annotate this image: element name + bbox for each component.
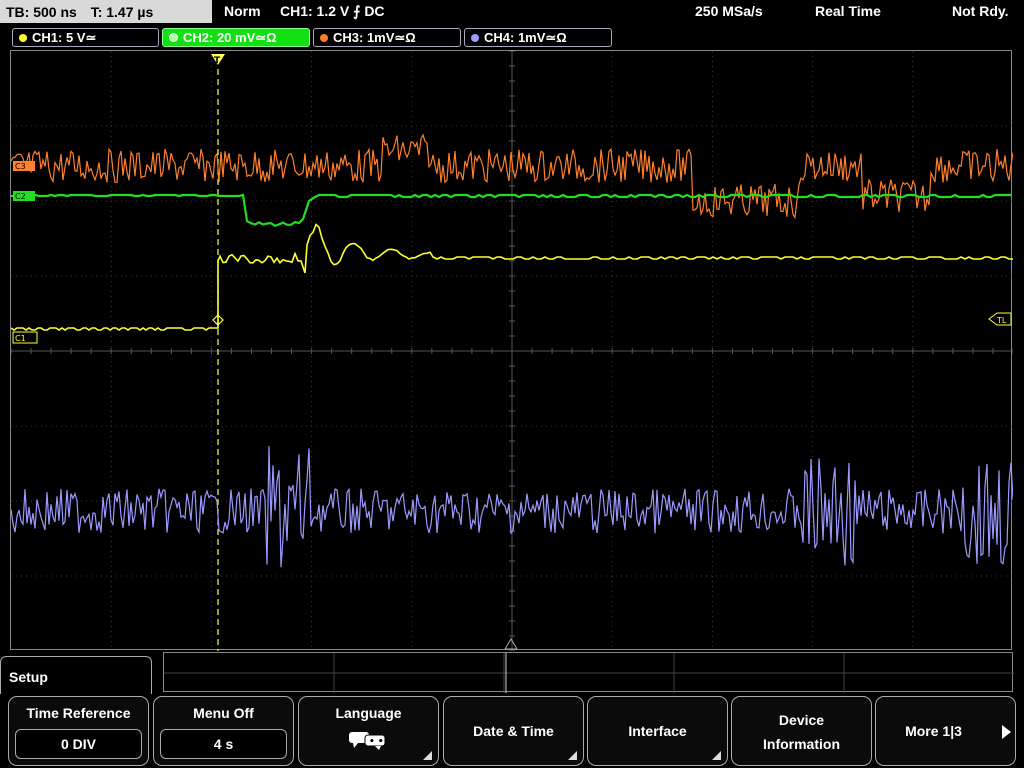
trigger-mode: Norm — [224, 3, 261, 19]
more-label: More 1|3 — [905, 723, 962, 739]
next-arrow-icon — [1002, 725, 1011, 739]
channel-4-dot-icon — [471, 33, 479, 42]
trigger-level-label: TL — [996, 316, 1007, 325]
waveform-display[interactable]: T C3 C2 C1 TL — [10, 50, 1013, 651]
trigger-level-marker[interactable]: TL — [988, 312, 1012, 326]
submenu-corner-icon — [423, 751, 432, 760]
channel-4-label: CH4: 1mV≃Ω — [484, 30, 567, 45]
channel-2-tab[interactable]: CH2: 20 mV≃Ω — [162, 28, 310, 47]
submenu-corner-icon — [712, 751, 721, 760]
trigger-position-value: T: 1.47 µs — [90, 4, 154, 20]
sample-rate: 250 MSa/s — [695, 3, 763, 19]
channel-3-marker[interactable]: C3 — [13, 161, 35, 171]
channel-1-tab[interactable]: CH1: 5 V≃ — [12, 28, 159, 47]
channel-2-marker[interactable]: C2 — [13, 191, 35, 201]
channel-4-tab[interactable]: CH4: 1mV≃Ω — [464, 28, 612, 47]
graticule-ticks — [11, 51, 1013, 651]
date-time-button[interactable]: Date & Time — [443, 696, 584, 766]
device-information-button[interactable]: Device Information — [731, 696, 872, 766]
center-position-marker-icon — [504, 638, 518, 650]
menu-off-label: Menu Off — [193, 705, 254, 721]
channel-2-trace — [11, 193, 1011, 228]
channel-3-marker-label: C3 — [15, 162, 26, 171]
ready-status: Not Rdy. — [952, 3, 1009, 19]
menu-off-button[interactable]: Menu Off 4 s — [153, 696, 294, 766]
acquisition-mode: Real Time — [815, 3, 881, 19]
channel-3-tab[interactable]: CH3: 1mV≃Ω — [313, 28, 461, 47]
time-reference-value: 0 DIV — [15, 729, 142, 759]
interface-button[interactable]: Interface — [587, 696, 728, 766]
status-bar: TB: 500 ns T: 1.47 µs Norm CH1: 1.2 V ⨍ … — [0, 0, 1024, 26]
more-button[interactable]: More 1|3 — [875, 696, 1016, 766]
channel-2-dot-icon — [169, 33, 178, 43]
submenu-corner-icon — [568, 751, 577, 760]
interface-label: Interface — [628, 723, 687, 739]
date-time-label: Date & Time — [473, 723, 554, 739]
channel-1-label: CH1: 5 V≃ — [32, 30, 97, 45]
channel-3-dot-icon — [320, 33, 328, 42]
channel-2-label: CH2: 20 mV≃Ω — [183, 30, 277, 45]
device-information-label-2: Information — [763, 736, 840, 752]
trigger-marker-label: T — [214, 56, 221, 66]
channel-1-marker-label: C1 — [15, 334, 26, 343]
timebase-box[interactable]: TB: 500 ns T: 1.47 µs — [0, 0, 212, 23]
trigger-source: CH1: 1.2 V ⨍ DC — [280, 3, 385, 19]
channel-3-label: CH3: 1mV≃Ω — [333, 30, 416, 45]
language-button[interactable]: Language • • • — [298, 696, 439, 766]
setup-menu-tab[interactable]: Setup — [0, 656, 152, 696]
menu-off-value: 4 s — [160, 729, 287, 759]
time-reference-button[interactable]: Time Reference 0 DIV — [8, 696, 149, 766]
svg-text:• • •: • • • — [369, 737, 389, 747]
channel-1-marker[interactable]: C1 — [12, 331, 38, 344]
channel-1-dot-icon — [19, 33, 27, 42]
zoom-strip — [163, 652, 1014, 693]
timebase-value: TB: 500 ns — [6, 4, 77, 20]
time-reference-label: Time Reference — [26, 705, 131, 721]
channel-2-marker-label: C2 — [15, 192, 26, 201]
device-information-label-1: Device — [778, 712, 825, 728]
language-label: Language — [335, 705, 402, 721]
speech-bubbles-icon: • • • — [349, 732, 389, 750]
